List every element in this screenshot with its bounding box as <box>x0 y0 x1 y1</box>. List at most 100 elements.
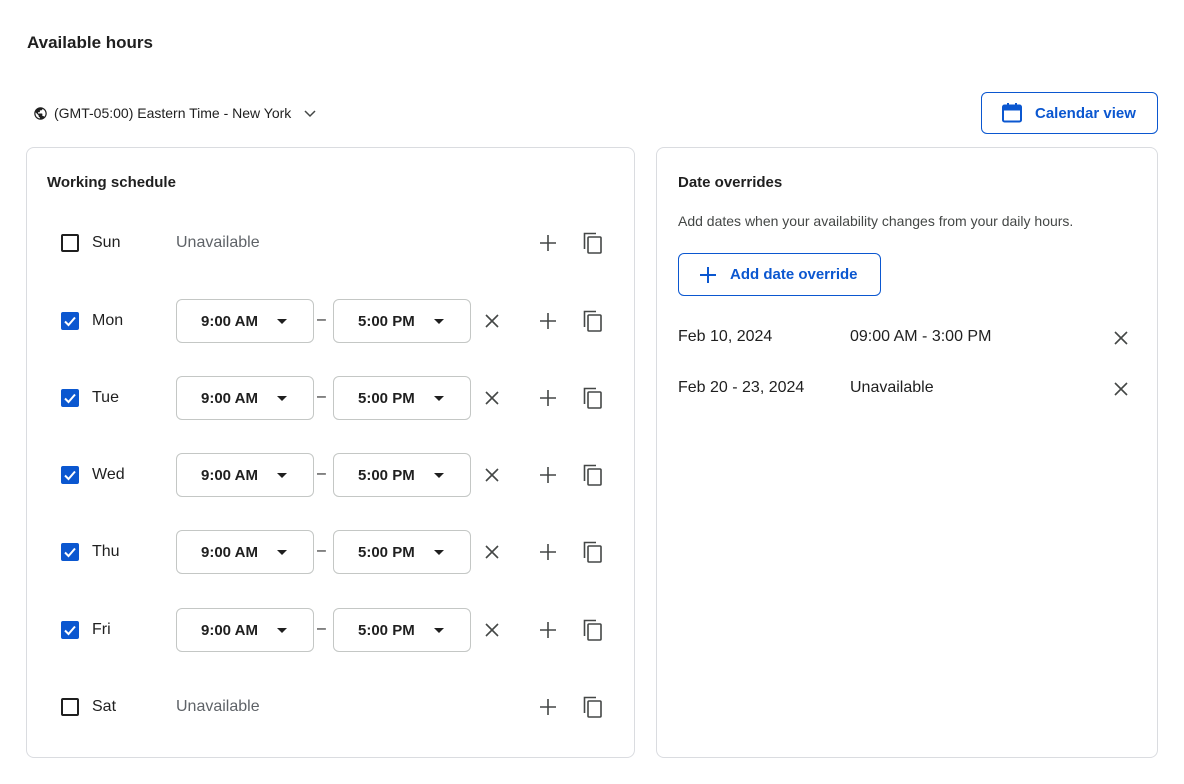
day-checkbox-wed[interactable] <box>61 466 79 484</box>
timezone-selector[interactable]: (GMT-05:00) Eastern Time - New York <box>33 103 317 123</box>
caret-down-icon <box>277 550 287 555</box>
day-label: Sun <box>92 234 121 251</box>
day-checkbox-sat[interactable] <box>61 698 79 716</box>
override-date: Feb 20 - 23, 2024 <box>678 379 805 396</box>
day-checkbox-thu[interactable] <box>61 543 79 561</box>
add-interval-button[interactable] <box>536 231 560 255</box>
day-label: Tue <box>92 389 119 406</box>
remove-interval-button[interactable] <box>480 386 504 410</box>
calendar-view-label: Calendar view <box>1035 104 1136 122</box>
day-label: Mon <box>92 312 124 329</box>
calendar-icon <box>1001 102 1023 124</box>
page-title: Available hours <box>27 33 153 52</box>
timezone-label: (GMT-05:00) Eastern Time - New York <box>54 105 292 121</box>
copy-times-button[interactable] <box>581 231 605 255</box>
remove-interval-button[interactable] <box>480 309 504 333</box>
add-interval-button[interactable] <box>536 695 560 719</box>
remove-override-button[interactable] <box>1109 377 1133 401</box>
calendar-view-button[interactable]: Calendar view <box>981 92 1158 134</box>
check-icon <box>64 625 76 636</box>
remove-interval-button[interactable] <box>480 540 504 564</box>
plus-icon <box>540 390 556 406</box>
copy-icon <box>583 464 602 486</box>
globe-icon <box>33 106 48 121</box>
override-date: Feb 10, 2024 <box>678 328 773 345</box>
start-time-select[interactable]: 9:00 AM <box>176 453 314 497</box>
add-interval-button[interactable] <box>536 463 560 487</box>
time-separator: – <box>317 311 326 328</box>
copy-icon <box>583 696 602 718</box>
add-interval-button[interactable] <box>536 618 560 642</box>
start-time-value: 9:00 AM <box>201 313 258 330</box>
day-label: Thu <box>92 543 120 560</box>
time-separator: – <box>317 620 326 637</box>
copy-icon <box>583 387 602 409</box>
day-checkbox-tue[interactable] <box>61 389 79 407</box>
close-icon <box>1114 382 1128 396</box>
caret-down-icon <box>277 396 287 401</box>
day-checkbox-sun[interactable] <box>61 234 79 252</box>
copy-icon <box>583 232 602 254</box>
end-time-value: 5:00 PM <box>358 467 415 484</box>
check-icon <box>64 393 76 404</box>
plus-icon <box>540 699 556 715</box>
working-schedule-title: Working schedule <box>47 174 176 191</box>
chevron-down-icon <box>303 106 317 120</box>
add-interval-button[interactable] <box>536 386 560 410</box>
start-time-select[interactable]: 9:00 AM <box>176 530 314 574</box>
check-icon <box>64 547 76 558</box>
plus-icon <box>540 467 556 483</box>
day-row-tue: Tue 9:00 AM – 5:00 PM <box>27 376 634 420</box>
end-time-select[interactable]: 5:00 PM <box>333 299 471 343</box>
add-interval-button[interactable] <box>536 540 560 564</box>
end-time-value: 5:00 PM <box>358 313 415 330</box>
date-overrides-description: Add dates when your availability changes… <box>678 213 1074 229</box>
plus-icon <box>699 266 717 284</box>
day-row-sun: Sun Unavailable <box>27 221 634 265</box>
plus-icon <box>540 313 556 329</box>
copy-times-button[interactable] <box>581 309 605 333</box>
copy-times-button[interactable] <box>581 695 605 719</box>
day-checkbox-fri[interactable] <box>61 621 79 639</box>
day-label: Wed <box>92 466 125 483</box>
day-row-sat: Sat Unavailable <box>27 685 634 729</box>
time-separator: – <box>317 542 326 559</box>
add-interval-button[interactable] <box>536 309 560 333</box>
day-label: Fri <box>92 621 111 638</box>
copy-times-button[interactable] <box>581 618 605 642</box>
day-checkbox-mon[interactable] <box>61 312 79 330</box>
copy-times-button[interactable] <box>581 540 605 564</box>
day-row-wed: Wed 9:00 AM – 5:00 PM <box>27 453 634 497</box>
caret-down-icon <box>277 473 287 478</box>
end-time-select[interactable]: 5:00 PM <box>333 608 471 652</box>
day-row-fri: Fri 9:00 AM – 5:00 PM <box>27 608 634 652</box>
copy-times-button[interactable] <box>581 463 605 487</box>
check-icon <box>64 470 76 481</box>
start-time-select[interactable]: 9:00 AM <box>176 299 314 343</box>
override-value: Unavailable <box>850 379 934 396</box>
start-time-select[interactable]: 9:00 AM <box>176 608 314 652</box>
caret-down-icon <box>277 628 287 633</box>
end-time-value: 5:00 PM <box>358 390 415 407</box>
time-separator: – <box>317 465 326 482</box>
close-icon <box>1114 331 1128 345</box>
copy-icon <box>583 541 602 563</box>
override-row: Feb 10, 2024 09:00 AM - 3:00 PM <box>657 326 1157 350</box>
remove-interval-button[interactable] <box>480 463 504 487</box>
plus-icon <box>540 235 556 251</box>
override-row: Feb 20 - 23, 2024 Unavailable <box>657 377 1157 401</box>
remove-override-button[interactable] <box>1109 326 1133 350</box>
end-time-value: 5:00 PM <box>358 544 415 561</box>
end-time-select[interactable]: 5:00 PM <box>333 530 471 574</box>
remove-interval-button[interactable] <box>480 618 504 642</box>
add-date-override-button[interactable]: Add date override <box>678 253 881 296</box>
end-time-select[interactable]: 5:00 PM <box>333 376 471 420</box>
close-icon <box>485 623 499 637</box>
copy-times-button[interactable] <box>581 386 605 410</box>
end-time-select[interactable]: 5:00 PM <box>333 453 471 497</box>
unavailable-label: Unavailable <box>176 234 260 251</box>
close-icon <box>485 545 499 559</box>
day-label: Sat <box>92 698 117 715</box>
start-time-select[interactable]: 9:00 AM <box>176 376 314 420</box>
caret-down-icon <box>434 628 444 633</box>
